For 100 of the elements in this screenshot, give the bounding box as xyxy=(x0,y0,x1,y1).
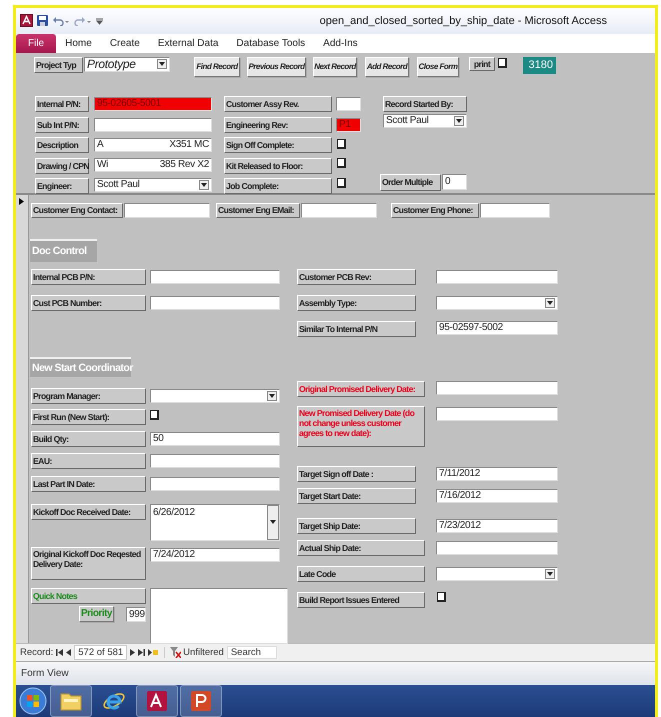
text-field[interactable]: A X351 MC xyxy=(94,138,212,152)
checkbox[interactable] xyxy=(150,410,159,420)
folder-icon[interactable] xyxy=(60,691,82,711)
checkbox[interactable] xyxy=(498,58,507,68)
field-label: Internal P/N: xyxy=(35,96,89,112)
field-label: EAU: xyxy=(31,452,146,469)
record-label: Record: xyxy=(20,647,54,658)
text-field[interactable] xyxy=(436,270,558,284)
record-id-field: 3180 xyxy=(523,56,556,74)
text-field[interactable] xyxy=(150,454,280,468)
text-field[interactable]: Wi 385 Rev X2 xyxy=(94,158,212,172)
field-label: Customer Assy Rev. xyxy=(224,96,332,112)
dropdown-arrow-icon[interactable] xyxy=(454,116,464,126)
checkbox[interactable] xyxy=(337,158,346,168)
dropdown-arrow-icon[interactable] xyxy=(545,298,555,308)
dropdown-arrow-icon[interactable] xyxy=(267,390,277,401)
field-label: Engineering Rev: xyxy=(224,116,332,133)
text-field[interactable] xyxy=(150,270,280,284)
field-label: Target Start Date: xyxy=(297,488,416,504)
field-label: Late Code xyxy=(297,566,425,582)
text-field[interactable] xyxy=(150,296,280,310)
text-field[interactable] xyxy=(436,380,558,395)
field-label: New Promised Delivery Date (do not change unless customer agrees to new date): xyxy=(297,406,425,447)
form-button[interactable]: Next Record xyxy=(313,56,357,77)
checkbox[interactable] xyxy=(437,592,446,602)
field-label: Build Qty: xyxy=(31,430,146,447)
form-button[interactable]: Add Record xyxy=(365,56,409,77)
save-icon[interactable] xyxy=(37,15,48,26)
text-field[interactable]: 7/16/2012 xyxy=(436,488,558,503)
text-field[interactable] xyxy=(150,476,280,491)
last-record-icon[interactable] xyxy=(138,649,146,656)
field-label: Sign Off Complete: xyxy=(224,136,332,153)
text-field[interactable] xyxy=(94,118,212,132)
field-label: Original Kickoff Doc Reqested Delivery Date: xyxy=(31,546,146,580)
field-label: Order Multiple xyxy=(380,174,441,191)
field-label: Target Ship Date: xyxy=(297,518,416,534)
field-label: Assembly Type: xyxy=(297,294,416,311)
access-app-icon[interactable] xyxy=(146,690,168,712)
first-record-icon[interactable] xyxy=(56,649,64,656)
field-label: Job Complete: xyxy=(224,178,332,194)
section-heading: Doc Control xyxy=(30,238,97,262)
combo-box[interactable]: 6/26/2012 xyxy=(150,504,280,541)
record-position-field[interactable]: 572 of 581 xyxy=(74,645,128,660)
checkbox[interactable] xyxy=(337,138,346,149)
dropdown-arrow-icon[interactable] xyxy=(157,59,167,70)
ribbon-tab[interactable]: Home xyxy=(56,34,101,53)
text-field[interactable]: 50 xyxy=(150,432,280,446)
text-field[interactable] xyxy=(436,540,558,555)
text-field[interactable]: 7/11/2012 xyxy=(436,466,558,481)
ribbon-tab[interactable]: Create xyxy=(100,34,149,53)
form-button[interactable]: Previous Record xyxy=(247,56,306,77)
field-label: Actual Ship Date: xyxy=(297,540,425,556)
checkbox[interactable] xyxy=(337,178,346,188)
text-field[interactable]: 7/24/2012 xyxy=(150,548,280,562)
field-label: Customer Eng Phone: xyxy=(391,202,479,218)
field-label: Cust PCB Number: xyxy=(31,294,146,311)
combo-box[interactable]: Scott Paul xyxy=(383,114,467,128)
text-field[interactable]: 7/23/2012 xyxy=(436,518,558,533)
undo-icon[interactable] xyxy=(52,16,70,26)
field-label: Description xyxy=(35,136,89,153)
start-orb-icon[interactable] xyxy=(18,686,48,716)
new-record-icon[interactable] xyxy=(148,649,158,656)
field-label: Record Started By: xyxy=(383,96,467,112)
search-field[interactable]: Search xyxy=(226,646,277,660)
text-field[interactable] xyxy=(436,406,558,421)
ribbon-tab[interactable]: Add-Ins xyxy=(314,34,367,53)
text-field[interactable] xyxy=(301,202,377,218)
text-field[interactable]: 0 xyxy=(442,174,467,190)
field-label: Quick Notes xyxy=(31,588,146,604)
text-field[interactable] xyxy=(336,96,361,111)
filter-icon[interactable] xyxy=(170,647,182,658)
dropdown-arrow-icon[interactable] xyxy=(199,180,209,190)
notes-field[interactable] xyxy=(150,588,288,644)
text-field[interactable] xyxy=(124,202,210,218)
field-label: Internal PCB P/N: xyxy=(31,268,146,285)
next-record-icon[interactable] xyxy=(130,649,136,656)
field-label: Last Part IN Date: xyxy=(31,476,146,492)
customize-toolbar-icon[interactable] xyxy=(96,16,103,26)
form-button[interactable]: Close Form xyxy=(417,56,459,77)
form-button[interactable]: Find Record xyxy=(194,56,240,77)
powerpoint-app-icon[interactable] xyxy=(190,690,212,712)
field-label: Sub Int P/N: xyxy=(35,116,89,133)
text-field[interactable] xyxy=(480,202,550,218)
ribbon-tab[interactable]: Database Tools xyxy=(227,34,314,53)
combo-box[interactable]: Prototype xyxy=(84,56,170,72)
record-selector-icon[interactable] xyxy=(19,198,24,205)
previous-record-icon[interactable] xyxy=(66,649,72,656)
ribbon-tab[interactable]: External Data xyxy=(148,34,228,53)
file-tab[interactable]: File xyxy=(16,34,56,53)
field-label: Kickoff Doc Received Date: xyxy=(31,504,146,520)
dropdown-arrow-icon[interactable] xyxy=(545,568,555,579)
text-field[interactable]: 999 xyxy=(126,606,146,622)
section-heading: New Start Coordinator xyxy=(30,356,131,377)
filter-status[interactable]: Unfiltered xyxy=(183,647,224,658)
status-text: Form View xyxy=(21,668,69,680)
access-app-icon xyxy=(20,14,33,28)
combo-box[interactable]: Scott Paul xyxy=(94,178,212,192)
field-label: Original Promised Delivery Date: xyxy=(297,380,425,397)
text-field[interactable]: 95-02597-5002 xyxy=(436,320,558,335)
print-label: print xyxy=(469,56,495,71)
